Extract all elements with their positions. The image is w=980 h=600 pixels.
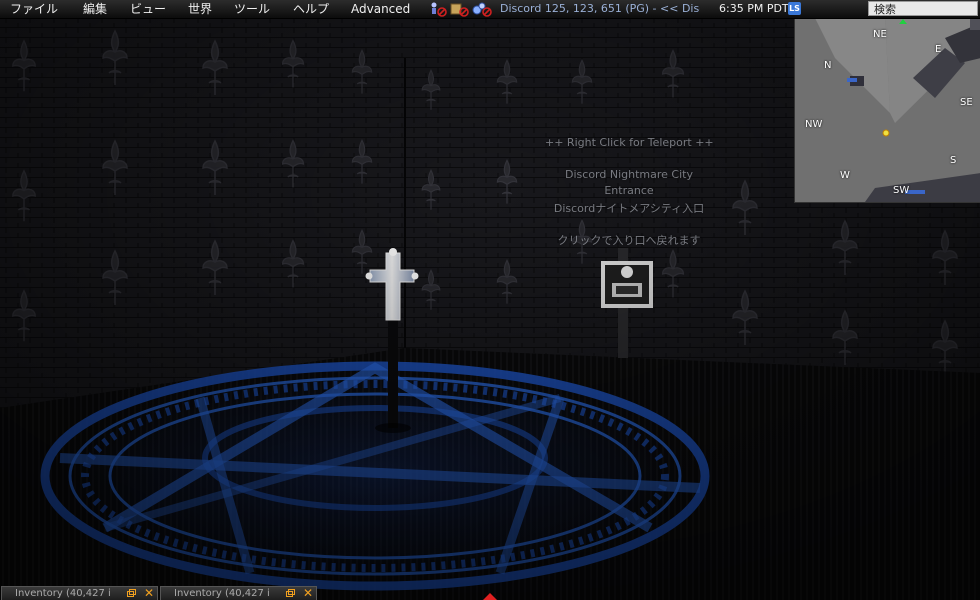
minimap-terrain [795, 18, 980, 202]
minimap[interactable]: NE E N SE NW S W SW [794, 18, 980, 203]
search-input[interactable]: 検索 [868, 1, 978, 16]
compass-sw: SW [893, 185, 910, 196]
menu-advanced[interactable]: Advanced [348, 0, 413, 18]
menu-world[interactable]: 世界 [185, 0, 215, 18]
restore-icon[interactable] [286, 589, 295, 597]
clock: 6:35 PM PDT [719, 2, 789, 15]
compass-ne: NE [873, 29, 887, 40]
menu-file[interactable]: ファイル [7, 0, 61, 18]
compass-s: S [950, 155, 957, 166]
no-scripts-icon[interactable] [471, 1, 493, 21]
close-icon[interactable]: ✕ [144, 587, 154, 600]
menu-bar: ファイル 編集 ビュー 世界 ツール ヘルプ Advanced Discord … [0, 0, 980, 19]
compass-e: E [935, 44, 942, 55]
place-name-line2: Entrance [604, 184, 654, 197]
compass-se: SE [960, 97, 973, 108]
compass-nw: NW [805, 119, 823, 130]
location-readout[interactable]: Discord 125, 123, 651 (PG) - << Discor [500, 0, 700, 18]
teleport-hint-text: ++ Right Click for Teleport ++ [545, 136, 714, 149]
menu-edit[interactable]: 編集 [80, 0, 110, 18]
inventory-window-tab[interactable]: Inventory (40,427 i ✕ [1, 586, 158, 600]
click-hint-jp: クリックで入り口へ戻れます [557, 234, 701, 247]
ls-badge-icon[interactable]: LS [788, 2, 801, 15]
menu-view[interactable]: ビュー [127, 0, 169, 18]
compass-n: N [824, 60, 832, 71]
inventory-tab-label: Inventory (40,427 i [174, 588, 270, 599]
inventory-window-tab[interactable]: Inventory (40,427 i ✕ [160, 586, 317, 600]
menu-help[interactable]: ヘルプ [290, 0, 332, 18]
menu-tools[interactable]: ツール [231, 0, 273, 18]
close-icon[interactable]: ✕ [303, 587, 313, 600]
place-name-line1: Discord Nightmare City [565, 168, 693, 181]
inventory-tab-label: Inventory (40,427 i [15, 588, 111, 599]
parcel-status-icons [425, 1, 495, 17]
no-build-icon[interactable] [449, 1, 471, 21]
place-name-jp: Discordナイトメアシティ入口 [553, 202, 705, 215]
compass-w: W [840, 170, 850, 181]
minimized-window-bar: Inventory (40,427 i ✕ Inventory (40,427 … [0, 586, 980, 600]
no-fly-icon[interactable] [427, 1, 449, 21]
restore-icon[interactable] [127, 589, 136, 597]
